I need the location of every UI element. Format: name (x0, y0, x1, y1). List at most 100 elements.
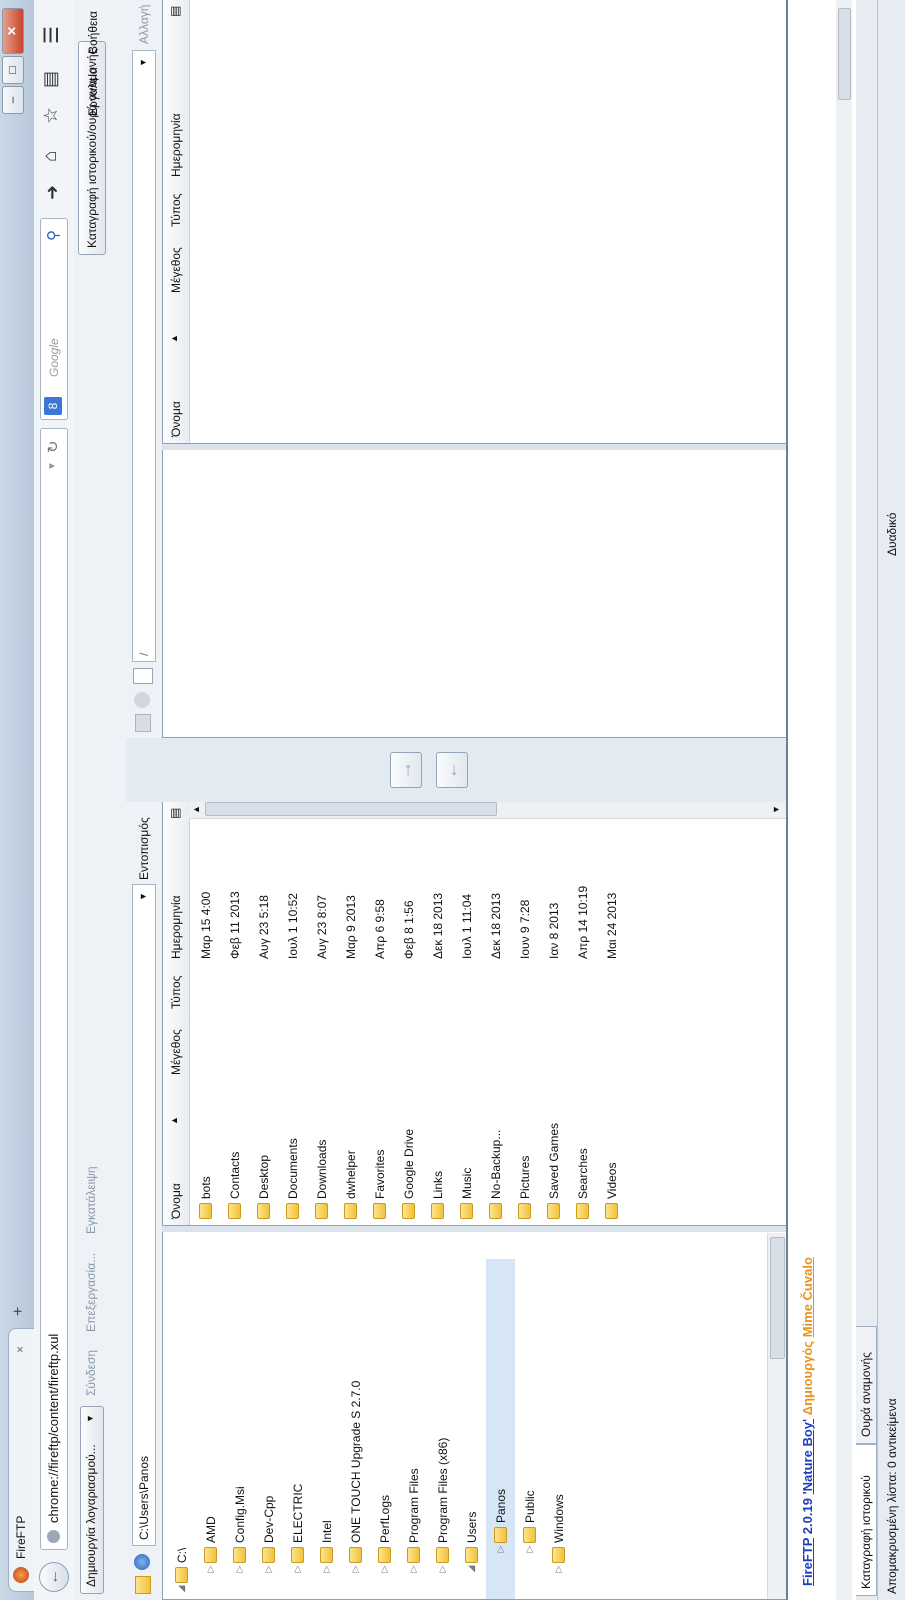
file-row[interactable]: dwhelper Μαρ 9 2013 (336, 819, 365, 1225)
file-row[interactable]: Downloads Αυγ 23 8:07 (307, 819, 336, 1225)
log-hscrollbar[interactable] (836, 0, 852, 1600)
bookmark-star-icon[interactable]: ☆ (40, 107, 63, 124)
collapsed-triangle-icon[interactable]: ▷ (292, 1563, 303, 1575)
collapsed-triangle-icon[interactable]: ▷ (205, 1563, 216, 1575)
tree-item[interactable]: ▷ Program Files (x86) (428, 1259, 457, 1599)
remote-col-size[interactable]: Μέγεθος (169, 247, 183, 293)
file-row[interactable]: Music Ιουλ 1 11:04 (452, 819, 481, 1225)
remote-column-picker-icon[interactable]: ▤ (168, 6, 182, 17)
tree-item[interactable]: ▷ Panos (486, 1259, 515, 1599)
file-row[interactable]: Contacts Φεβ 11 2013 (220, 819, 249, 1225)
tree-item[interactable]: ▷ Config.Msi (225, 1259, 254, 1599)
folder-up-icon[interactable] (135, 1576, 151, 1594)
file-row[interactable]: Videos Μαι 24 2013 (597, 819, 626, 1225)
url-dropdown-icon[interactable]: ▼ (47, 461, 58, 471)
tab-log[interactable]: Καταγραφή ιστορικού (856, 1444, 877, 1596)
back-button[interactable]: ← (39, 1562, 69, 1592)
log-scroll-thumb[interactable] (838, 8, 851, 100)
remote-col-type[interactable]: Τύπος (169, 194, 183, 227)
collapsed-triangle-icon[interactable]: ▷ (495, 1543, 506, 1555)
downloads-icon[interactable]: ➜ (42, 185, 63, 200)
local-tree-scroll-thumb[interactable] (770, 1237, 785, 1359)
local-col-date[interactable]: Ημερομηνία (169, 895, 183, 959)
local-file-list[interactable]: Όνομα ▲ Μέγεθος Τύπος Ημερομηνία ▤ bots Μ… (162, 800, 788, 1226)
local-vscrollbar[interactable]: ▲ ▼ (189, 801, 787, 819)
search-bar[interactable]: 8 Google ⚲ (40, 218, 68, 420)
collapsed-triangle-icon[interactable]: ▷ (350, 1563, 361, 1575)
help-menu-visible[interactable]: Βοήθεια (86, 11, 100, 54)
file-row[interactable]: Links Δεκ 18 2013 (423, 819, 452, 1225)
download-button[interactable]: ← (436, 752, 468, 788)
file-row[interactable]: Google Drive Φεβ 8 1:56 (394, 819, 423, 1225)
remote-splitter[interactable] (162, 444, 786, 450)
bookmarks-list-icon[interactable]: ▤ (40, 71, 61, 88)
tree-item[interactable]: ▷ Public (515, 1259, 544, 1599)
tree-item[interactable]: ▷ ONE TOUCH Upgrade S 2.7.0 (341, 1259, 370, 1599)
tree-item[interactable]: ▷ Intel (312, 1259, 341, 1599)
remote-col-date[interactable]: Ημερομηνία (169, 113, 183, 177)
file-row[interactable]: Desktop Αυγ 23 5:18 (249, 819, 278, 1225)
column-picker-icon[interactable]: ▤ (168, 808, 182, 819)
google-engine-icon[interactable]: 8 (44, 397, 62, 415)
file-row[interactable]: Documents Ιουλ 1 10:52 (278, 819, 307, 1225)
file-row[interactable]: Pictures Ιουν 9 7:28 (510, 819, 539, 1225)
remote-folder-up-icon[interactable] (135, 714, 151, 732)
remote-path-input[interactable]: / ▼ (132, 50, 156, 662)
menu-hamburger-icon[interactable]: ☰ (39, 26, 64, 44)
tab-queue[interactable]: Ουρά αναμονής (856, 1326, 877, 1444)
local-splitter[interactable] (162, 1226, 786, 1232)
collapsed-triangle-icon[interactable]: ▷ (379, 1563, 390, 1575)
file-row[interactable]: Favorites Απρ 6 9:58 (365, 819, 394, 1225)
close-window-button[interactable]: ✕ (2, 8, 24, 54)
tab-close-icon[interactable]: × (13, 1346, 27, 1353)
collapsed-triangle-icon[interactable]: ▷ (408, 1563, 419, 1575)
edit-button[interactable]: Επεξεργασία... (84, 1253, 98, 1332)
tree-item[interactable]: ◢ C:\ (167, 1259, 196, 1599)
tab-fireftp[interactable]: FireFTP × (8, 1328, 35, 1592)
local-tree[interactable]: ◢ C:\ ▷ AMD ▷ Config.Msi ▷ Dev-Cpp ▷ ELECTRIC ▷ Int… (162, 1230, 788, 1600)
local-path-dropdown-icon[interactable]: ▼ (138, 892, 148, 901)
remote-change-button[interactable]: Αλλαγή (137, 5, 151, 44)
collapsed-triangle-icon[interactable]: ▷ (553, 1563, 564, 1575)
abort-button[interactable]: Εγκατάλειψη (84, 1166, 98, 1234)
tree-item[interactable]: ▷ AMD (196, 1259, 225, 1599)
url-bar[interactable]: chrome://fireftp/content/fireftp.xul ▼ ↻ (40, 428, 68, 1550)
collapsed-triangle-icon[interactable]: ▷ (321, 1563, 332, 1575)
new-tab-button[interactable]: + (10, 1307, 28, 1316)
upload-button[interactable]: → (390, 752, 422, 788)
new-file-icon[interactable] (133, 668, 153, 684)
tree-item[interactable]: ▷ PerfLogs (370, 1259, 399, 1599)
codename-text[interactable]: 'Nature Boy' (800, 1419, 815, 1495)
expanded-triangle-icon[interactable]: ◢ (466, 1563, 477, 1575)
collapsed-triangle-icon[interactable]: ▷ (263, 1563, 274, 1575)
remote-tree[interactable] (162, 448, 788, 738)
fireftp-link[interactable]: FireFTP (800, 1538, 815, 1586)
collapsed-triangle-icon[interactable]: ▷ (524, 1543, 535, 1555)
scroll-down-icon[interactable]: ▼ (771, 805, 781, 814)
restore-button[interactable]: □ (2, 56, 24, 84)
remote-refresh-icon[interactable] (134, 692, 150, 708)
local-col-type[interactable]: Τύπος (169, 976, 183, 1009)
minimize-button[interactable]: – (2, 86, 24, 114)
local-tree-scrollbar[interactable] (767, 1233, 786, 1599)
home-icon[interactable]: ⌂ (40, 151, 62, 162)
file-row[interactable]: Saved Games Ιαν 8 2013 (539, 819, 568, 1225)
tree-item[interactable]: ◢ Users (457, 1259, 486, 1599)
local-col-name[interactable]: Όνομα (169, 1183, 183, 1219)
remote-col-name[interactable]: Όνομα (169, 401, 183, 437)
expanded-triangle-icon[interactable]: ◢ (176, 1583, 187, 1595)
reload-icon[interactable]: ↻ (44, 440, 62, 453)
collapsed-triangle-icon[interactable]: ▷ (437, 1563, 448, 1575)
creator-link[interactable]: Mime Čuvalo (800, 1257, 815, 1337)
account-select[interactable]: Δημιουργία λογαριασμού... ▼ (80, 1406, 104, 1594)
remote-file-list[interactable]: Όνομα ▲ Μέγεθος Τύπος Ημερομηνία ▤ (162, 0, 788, 444)
refresh-icon[interactable] (134, 1554, 150, 1570)
local-browse-button[interactable]: Εντοπισμός (137, 817, 151, 880)
tools-menu-visible[interactable]: Εργαλεία (86, 67, 100, 116)
connect-button[interactable]: Σύνδεση (84, 1350, 98, 1396)
file-row[interactable]: bots Μαρ 15 4:00 (191, 819, 220, 1225)
remote-path-dropdown-icon[interactable]: ▼ (138, 58, 148, 67)
collapsed-triangle-icon[interactable]: ▷ (234, 1563, 245, 1575)
tree-item[interactable]: ▷ Dev-Cpp (254, 1259, 283, 1599)
file-row[interactable]: Searches Απρ 14 10:19 (568, 819, 597, 1225)
